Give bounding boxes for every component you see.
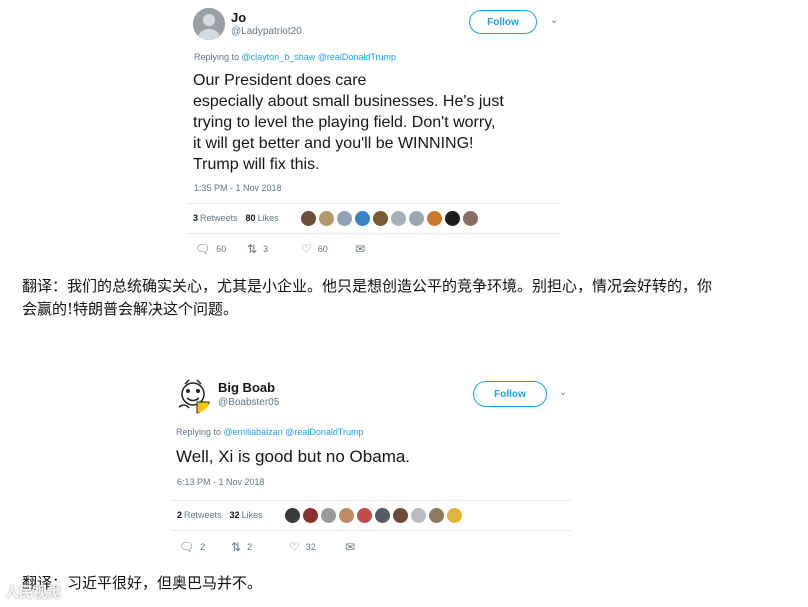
liker-avatar[interactable] — [390, 210, 406, 226]
like-count[interactable]: 32 — [230, 510, 240, 520]
like-count[interactable]: 80 — [246, 213, 256, 223]
liker-avatar[interactable] — [428, 507, 444, 523]
likes-label: Likes — [257, 213, 279, 223]
display-name[interactable]: Big Boab — [218, 380, 275, 395]
like-action-count: 60 — [317, 244, 328, 254]
reply-icon: 🗨 — [179, 540, 195, 554]
liker-avatar[interactable] — [408, 210, 424, 226]
like-button[interactable]: ♡ 32 — [289, 540, 345, 554]
like-action-count: 32 — [305, 542, 316, 552]
divider — [187, 233, 560, 234]
tweet-text: Well, Xi is good but no Obama. — [176, 447, 411, 466]
chevron-down-icon[interactable]: ⌄ — [550, 15, 558, 26]
liker-avatar[interactable] — [300, 210, 316, 226]
replying-to-link[interactable]: @clayton_b_shaw @realDonaldTrump — [242, 52, 397, 62]
retweets-label: Retweets — [200, 213, 238, 223]
replying-prefix: Replying to — [176, 427, 224, 437]
retweet-count[interactable]: 2 — [177, 510, 182, 520]
dm-button[interactable]: ✉ — [355, 242, 371, 256]
reply-count: 60 — [216, 244, 227, 254]
envelope-icon: ✉ — [355, 242, 366, 256]
dm-button[interactable]: ✉ — [345, 540, 361, 554]
liker-avatar[interactable] — [354, 210, 370, 226]
replying-to: Replying to @emiliabalzan @realDonaldTru… — [176, 427, 364, 437]
like-button[interactable]: ♡ 60 — [301, 242, 355, 256]
avatar[interactable] — [193, 8, 225, 40]
retweet-action-count: 3 — [263, 244, 269, 254]
chevron-down-icon[interactable]: ⌄ — [559, 387, 567, 398]
replying-prefix: Replying to — [194, 52, 242, 62]
display-name[interactable]: Jo — [231, 10, 246, 25]
reply-icon: 🗨 — [195, 242, 211, 256]
retweet-button[interactable]: ⇅ 3 — [247, 242, 301, 256]
timestamp[interactable]: 6:13 PM - 1 Nov 2018 — [177, 477, 265, 487]
heart-icon: ♡ — [301, 242, 312, 256]
divider — [171, 500, 571, 501]
retweet-action-count: 2 — [247, 542, 253, 552]
watermark: 人民视觉 — [5, 585, 61, 601]
engagement-stats: 3 Retweets 80 Likes — [193, 206, 481, 230]
divider — [171, 530, 571, 531]
retweet-count[interactable]: 3 — [193, 213, 198, 223]
user-handle[interactable]: @Ladypatriot20 — [231, 26, 302, 37]
translation-text: 翻译：我们的总统确实关心，尤其是小企业。他只是想创造公平的竞争环境。别担心，情况… — [22, 277, 713, 318]
likes-label: Likes — [241, 510, 263, 520]
liker-avatar[interactable] — [444, 210, 460, 226]
engagement-stats: 2 Retweets 32 Likes — [177, 503, 465, 527]
liker-avatars — [300, 210, 481, 226]
replying-to-link[interactable]: @emiliabalzan @realDonaldTrump — [224, 427, 364, 437]
liker-avatar[interactable] — [284, 507, 300, 523]
reply-count: 2 — [200, 542, 206, 552]
avatar[interactable] — [175, 378, 211, 414]
follow-button[interactable]: Follow — [473, 381, 547, 407]
liker-avatar[interactable] — [356, 507, 372, 523]
action-bar: 🗨 2 ⇅ 2 ♡ 32 ✉ — [179, 540, 361, 554]
replying-to: Replying to @clayton_b_shaw @realDonaldT… — [194, 52, 396, 62]
liker-avatar[interactable] — [392, 507, 408, 523]
follow-button[interactable]: Follow — [469, 10, 537, 34]
heart-icon: ♡ — [289, 540, 300, 554]
translation-text: 翻译：习近平很好，但奥巴马并不。 — [22, 574, 263, 592]
envelope-icon: ✉ — [345, 540, 356, 554]
reply-button[interactable]: 🗨 2 — [179, 540, 231, 554]
liker-avatar[interactable] — [320, 507, 336, 523]
liker-avatar[interactable] — [426, 210, 442, 226]
retweet-button[interactable]: ⇅ 2 — [231, 540, 289, 554]
liker-avatar[interactable] — [302, 507, 318, 523]
user-handle[interactable]: @Boabster05 — [218, 397, 279, 408]
tweet-card: Jo @Ladypatriot20 Follow ⌄ Replying to @… — [187, 0, 570, 265]
liker-avatar[interactable] — [372, 210, 388, 226]
liker-avatar[interactable] — [318, 210, 334, 226]
liker-avatars — [284, 507, 465, 523]
divider — [187, 203, 560, 204]
timestamp[interactable]: 1:35 PM - 1 Nov 2018 — [194, 183, 282, 193]
reply-button[interactable]: 🗨 60 — [195, 242, 247, 256]
retweet-icon: ⇅ — [231, 540, 242, 554]
liker-avatar[interactable] — [336, 210, 352, 226]
retweets-label: Retweets — [184, 510, 222, 520]
tweet-card: Big Boab @Boabster05 Follow ⌄ Replying t… — [171, 370, 586, 565]
liker-avatar[interactable] — [410, 507, 426, 523]
liker-avatar[interactable] — [446, 507, 462, 523]
liker-avatar[interactable] — [374, 507, 390, 523]
tweet-text: Our President does care especially about… — [193, 72, 504, 173]
retweet-icon: ⇅ — [247, 242, 258, 256]
liker-avatar[interactable] — [338, 507, 354, 523]
liker-avatar[interactable] — [462, 210, 478, 226]
action-bar: 🗨 60 ⇅ 3 ♡ 60 ✉ — [195, 242, 371, 256]
